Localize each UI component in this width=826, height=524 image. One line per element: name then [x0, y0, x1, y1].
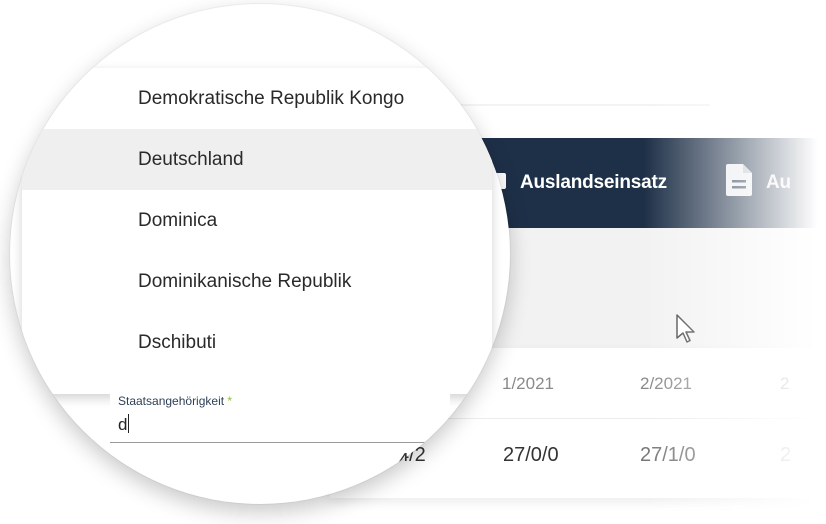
option-label: Dominica: [138, 209, 218, 231]
mouse-pointer-icon: [676, 314, 696, 349]
dropdown-option[interactable]: Dominica: [22, 190, 492, 251]
table-cell: 2: [780, 444, 792, 466]
text-caret: [128, 414, 130, 433]
document-icon: [726, 164, 752, 202]
table-cell: 27/0/0: [503, 444, 559, 466]
nationality-field[interactable]: Staatsangehörigkeit * d: [110, 390, 450, 443]
magnifier-lens: 4/2 Demokratische Republik Kongo Deutsch…: [10, 4, 510, 504]
field-label: Staatsangehörigkeit *: [118, 394, 232, 408]
required-mark: *: [227, 394, 233, 408]
option-label: Dschibuti: [138, 331, 217, 353]
nav-item-auslandseinsatz[interactable]: Auslandseinsatz: [490, 138, 667, 228]
option-label: Demokratische Republik Kongo: [138, 87, 405, 109]
option-label: Dominikanische Republik: [138, 270, 352, 292]
table-header: 2: [780, 374, 790, 393]
nav-item-next[interactable]: Au: [726, 138, 791, 228]
field-label-text: Staatsangehörigkeit: [118, 394, 225, 408]
dropdown-option[interactable]: Demokratische Republik Kongo: [22, 68, 492, 129]
nationality-input[interactable]: d: [118, 414, 130, 435]
input-value: d: [118, 415, 128, 434]
table-header: 2/2021: [640, 374, 692, 393]
dropdown-option-highlighted[interactable]: Deutschland: [22, 129, 492, 190]
nav-item-label: Au: [766, 172, 791, 193]
dropdown-option[interactable]: Dominikanische Republik: [22, 251, 492, 312]
dropdown-option[interactable]: Dschibuti: [22, 312, 492, 373]
table-cell: 27/1/0: [640, 444, 696, 466]
table-cell: 4/2: [398, 450, 426, 472]
nav-item-label: Auslandseinsatz: [520, 172, 667, 193]
option-label: Deutschland: [138, 148, 244, 170]
country-dropdown: Demokratische Republik Kongo Deutschland…: [22, 68, 492, 394]
